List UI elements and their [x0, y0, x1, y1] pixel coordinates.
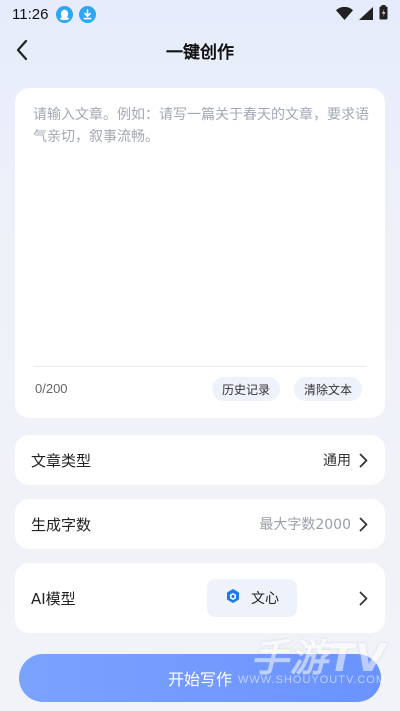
history-button[interactable]: 历史记录	[212, 377, 281, 401]
ai-model-label: AI模型	[31, 589, 76, 608]
clear-text-button[interactable]: 清除文本	[294, 377, 363, 401]
status-time: 11:26	[12, 5, 49, 23]
wenxin-logo-icon	[225, 588, 241, 608]
start-writing-button[interactable]: 开始写作	[19, 654, 381, 702]
article-input[interactable]	[33, 104, 369, 364]
chevron-right-icon	[359, 590, 369, 606]
editor-card: 0/200 历史记录 清除文本	[15, 88, 385, 418]
word-count-label: 生成字数	[31, 515, 92, 534]
ai-model-row[interactable]: AI模型 文心	[15, 563, 385, 633]
page-title: 一键创作	[166, 43, 234, 63]
article-type-value: 通用	[323, 453, 351, 469]
chevron-right-icon	[359, 452, 369, 468]
download-icon	[79, 5, 97, 23]
model-name: 文心	[251, 591, 279, 607]
wifi-icon	[336, 5, 353, 24]
editor-divider	[33, 366, 367, 367]
chevron-right-icon	[359, 516, 369, 532]
header: 一键创作	[0, 32, 400, 68]
article-type-label: 文章类型	[31, 451, 92, 470]
model-chip[interactable]: 文心	[207, 579, 297, 617]
article-type-row[interactable]: 文章类型 通用	[15, 435, 385, 485]
qq-icon	[56, 5, 74, 23]
battery-icon	[379, 4, 388, 24]
signal-icon	[359, 5, 373, 24]
word-count-row[interactable]: 生成字数 最大字数2000	[15, 499, 385, 549]
word-count-value: 最大字数2000	[259, 517, 351, 533]
status-bar: 11:26	[0, 0, 400, 28]
char-counter: 0/200	[35, 381, 68, 396]
